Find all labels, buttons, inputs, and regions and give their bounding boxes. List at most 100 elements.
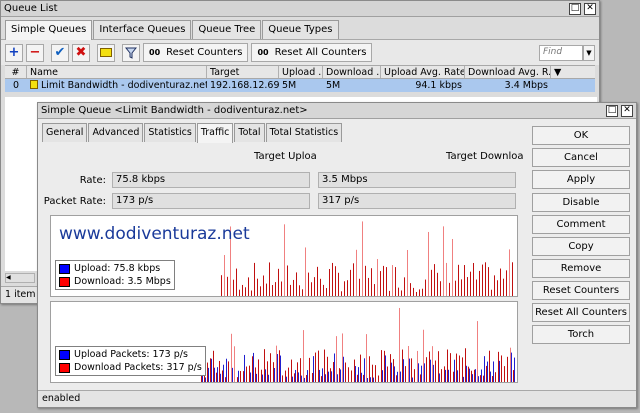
download-bar xyxy=(419,289,420,296)
upload-bar xyxy=(430,359,431,382)
download-bar xyxy=(284,224,285,296)
table-row[interactable]: 0 Limit Bandwidth - dodiventuraz.net 192… xyxy=(5,79,595,92)
download-bar xyxy=(437,272,438,296)
apply-button[interactable]: Apply xyxy=(532,170,630,189)
comment-button[interactable]: Comment xyxy=(532,215,630,234)
download-bar xyxy=(512,262,513,296)
remove-button[interactable]: Remove xyxy=(532,259,630,278)
row-number: 0 xyxy=(12,80,20,91)
download-bar xyxy=(324,349,325,382)
rate-label: Rate: xyxy=(79,175,106,186)
download-bar xyxy=(450,353,451,382)
column-upload-avg[interactable]: Upload Avg. Rate xyxy=(381,66,465,78)
reset-all-counters-button[interactable]: Reset All Counters xyxy=(532,303,630,322)
download-bar xyxy=(239,289,240,296)
download-bar xyxy=(338,272,339,296)
download-bar xyxy=(506,270,507,296)
close-icon[interactable]: ✕ xyxy=(621,104,633,117)
copy-button[interactable]: Copy xyxy=(532,237,630,256)
download-bar xyxy=(447,349,448,382)
download-bar xyxy=(282,375,283,382)
reset-counters-button[interactable]: 00 Reset Counters xyxy=(143,43,249,62)
reset-all-counters-button[interactable]: 00 Reset All Counters xyxy=(251,43,373,62)
column-number[interactable]: # xyxy=(5,66,27,78)
tab-statistics[interactable]: Statistics xyxy=(144,123,196,142)
download-bar xyxy=(278,268,279,296)
horizontal-scrollbar[interactable]: ◀ xyxy=(5,273,35,283)
reset-counters-button[interactable]: Reset Counters xyxy=(532,281,630,300)
download-bar xyxy=(482,264,483,296)
download-bar xyxy=(444,366,445,382)
restore-icon[interactable]: □ xyxy=(606,104,618,117)
download-bar xyxy=(420,374,421,382)
upload-bar xyxy=(397,371,398,382)
download-bar xyxy=(381,350,382,382)
upload-bar xyxy=(322,368,323,382)
close-icon[interactable]: ✕ xyxy=(584,2,596,15)
download-bar xyxy=(468,366,469,382)
download-bar xyxy=(246,366,247,382)
filter-icon[interactable] xyxy=(122,43,140,62)
download-bar xyxy=(387,366,388,382)
column-menu-icon[interactable]: ▼ xyxy=(551,66,565,78)
download-bar xyxy=(408,345,409,382)
tab-traffic[interactable]: Traffic xyxy=(196,123,234,143)
upload-bar xyxy=(445,369,446,382)
download-bar xyxy=(480,375,481,382)
download-bar xyxy=(227,276,228,296)
add-icon[interactable]: + xyxy=(5,43,23,62)
find-input[interactable]: Find xyxy=(539,44,583,61)
download-bar xyxy=(258,359,259,382)
comment-note-icon[interactable] xyxy=(97,43,115,62)
column-upload[interactable]: Upload ... xyxy=(279,66,323,78)
row-upload-avg: 94.1 kbps xyxy=(415,80,462,91)
column-name[interactable]: Name xyxy=(27,66,207,78)
column-download-avg[interactable]: Download Avg. R... xyxy=(465,66,551,78)
find-dropdown-icon[interactable]: ▼ xyxy=(583,44,595,61)
torch-button[interactable]: Torch xyxy=(532,325,630,344)
download-bar xyxy=(453,371,454,382)
download-bar xyxy=(429,351,430,382)
upload-bar xyxy=(307,370,308,382)
packet-rate-label: Packet Rate: xyxy=(43,196,106,207)
download-bar xyxy=(372,364,373,382)
download-bar xyxy=(257,278,258,296)
tab-interface-queues[interactable]: Interface Queues xyxy=(93,20,192,39)
tab-total[interactable]: Total xyxy=(234,123,265,142)
upload-bar xyxy=(514,357,515,382)
download-bar xyxy=(354,359,355,382)
restore-icon[interactable]: □ xyxy=(569,2,581,15)
upload-bar xyxy=(385,355,386,382)
tab-total-statistics[interactable]: Total Statistics xyxy=(265,123,343,142)
upload-bar xyxy=(421,365,422,382)
tab-general[interactable]: General xyxy=(42,123,88,142)
upload-bar xyxy=(466,365,467,382)
download-bar xyxy=(491,289,492,296)
download-bar xyxy=(492,376,493,382)
disable-x-icon[interactable]: ✖ xyxy=(72,43,90,62)
tab-queue-tree[interactable]: Queue Tree xyxy=(192,20,262,39)
upload-bar xyxy=(499,360,500,382)
download-bar xyxy=(504,366,505,382)
download-bar xyxy=(458,264,459,296)
upload-bar xyxy=(292,376,293,382)
column-target[interactable]: Target xyxy=(207,66,279,78)
upload-bar xyxy=(220,373,221,382)
download-bar xyxy=(402,349,403,382)
remove-icon[interactable]: − xyxy=(26,43,44,62)
download-bar xyxy=(386,267,387,296)
upload-bar xyxy=(493,361,494,382)
download-bar xyxy=(507,356,508,382)
tab-queue-types[interactable]: Queue Types xyxy=(262,20,339,39)
cancel-button[interactable]: Cancel xyxy=(532,148,630,167)
upload-bar xyxy=(403,359,404,382)
tab-simple-queues[interactable]: Simple Queues xyxy=(5,20,93,40)
tab-advanced[interactable]: Advanced xyxy=(88,123,144,142)
column-download[interactable]: Download ... xyxy=(323,66,381,78)
download-bar xyxy=(434,264,435,296)
disable-button[interactable]: Disable xyxy=(532,193,630,212)
enable-check-icon[interactable]: ✔ xyxy=(51,43,69,62)
ok-button[interactable]: OK xyxy=(532,126,630,145)
download-bar xyxy=(461,279,462,296)
upload-bar xyxy=(370,377,371,382)
